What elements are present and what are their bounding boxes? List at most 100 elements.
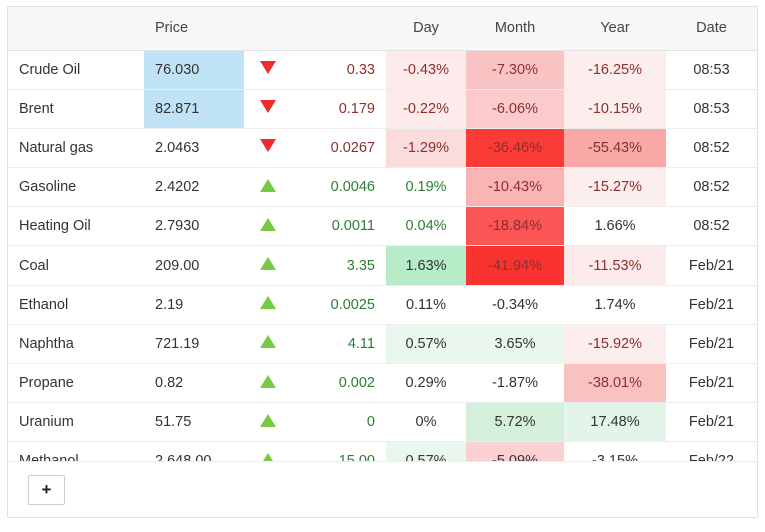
arrow-down-icon xyxy=(244,128,291,169)
price-change: 0.0267 xyxy=(291,128,386,169)
triangle-down-icon xyxy=(259,139,276,153)
table-row[interactable]: Coal 209.00 3.35 1.63% -41.94% -11.53% Feb/21 xyxy=(8,245,757,286)
table-row[interactable]: Heating Oil 2.7930 0.0011 0.04% -18.84% 1.66%… xyxy=(8,206,757,247)
column-header-month[interactable]: Month xyxy=(466,7,564,51)
quote-date: 08:52 xyxy=(666,206,757,247)
price-change: 0.179 xyxy=(291,89,386,129)
price-change: 3.35 xyxy=(291,245,386,286)
change-month: 3.65% xyxy=(466,324,564,365)
table-row[interactable]: Uranium 51.75 0 0% 5.72% 17.48% Feb/21 xyxy=(8,402,757,443)
triangle-up-icon xyxy=(259,217,276,231)
change-month: -10.43% xyxy=(466,167,564,208)
instrument-price: 2.4202 xyxy=(144,167,244,208)
price-change: 0.0011 xyxy=(291,206,386,247)
price-change: 0.0025 xyxy=(291,285,386,325)
price-change: 0.33 xyxy=(291,50,386,90)
quote-date: 08:52 xyxy=(666,128,757,169)
arrow-up-icon xyxy=(244,363,291,404)
instrument-price: 76.030 xyxy=(144,50,244,90)
add-row-button[interactable]: + xyxy=(28,475,65,505)
change-day: 0.29% xyxy=(386,363,466,404)
price-change: 0.0046 xyxy=(291,167,386,208)
column-header-year[interactable]: Year xyxy=(564,7,666,51)
change-month: -0.34% xyxy=(466,285,564,325)
arrow-up-icon xyxy=(244,245,291,286)
change-year: 1.66% xyxy=(564,206,666,247)
table-header-row: Price Day Month Year Date xyxy=(8,7,757,51)
instrument-name: Uranium xyxy=(8,402,144,443)
price-change: 0.002 xyxy=(291,363,386,404)
table-row[interactable]: Propane 0.82 0.002 0.29% -1.87% -38.01% Feb/21 xyxy=(8,363,757,404)
arrow-up-icon xyxy=(244,402,291,443)
table-body: Crude Oil 76.030 0.33 -0.43% -7.30% -16.25% 08… xyxy=(8,50,757,482)
column-header-arrow[interactable] xyxy=(244,7,291,51)
instrument-name: Natural gas xyxy=(8,128,144,169)
quote-date: Feb/21 xyxy=(666,402,757,443)
column-header-date[interactable]: Date xyxy=(666,7,757,51)
change-month: -6.06% xyxy=(466,89,564,129)
table-row[interactable]: Gasoline 2.4202 0.0046 0.19% -10.43% -15.27% 0… xyxy=(8,167,757,208)
quote-date: Feb/21 xyxy=(666,285,757,325)
change-day: 0.57% xyxy=(386,324,466,365)
change-month: -1.87% xyxy=(466,363,564,404)
change-year: -10.15% xyxy=(564,89,666,129)
triangle-up-icon xyxy=(259,374,276,388)
instrument-name: Brent xyxy=(8,89,144,129)
change-year: -15.92% xyxy=(564,324,666,365)
instrument-price: 721.19 xyxy=(144,324,244,365)
triangle-up-icon xyxy=(259,335,276,349)
arrow-down-icon xyxy=(244,89,291,129)
table-row[interactable]: Crude Oil 76.030 0.33 -0.43% -7.30% -16.25% 08… xyxy=(8,50,757,90)
arrow-up-icon xyxy=(244,206,291,247)
change-day: -1.29% xyxy=(386,128,466,169)
instrument-name: Crude Oil xyxy=(8,50,144,90)
table-row[interactable]: Brent 82.871 0.179 -0.22% -6.06% -10.15% 08:53 xyxy=(8,89,757,129)
triangle-down-icon xyxy=(259,100,276,114)
instrument-name: Propane xyxy=(8,363,144,404)
column-header-day[interactable]: Day xyxy=(386,7,466,51)
instrument-name: Ethanol xyxy=(8,285,144,325)
instrument-price: 0.82 xyxy=(144,363,244,404)
change-month: -41.94% xyxy=(466,245,564,286)
table-row[interactable]: Ethanol 2.19 0.0025 0.11% -0.34% 1.74% Feb/21 xyxy=(8,285,757,325)
instrument-name: Gasoline xyxy=(8,167,144,208)
arrow-up-icon xyxy=(244,285,291,325)
change-year: 1.74% xyxy=(564,285,666,325)
table-header: Price Day Month Year Date xyxy=(8,7,757,51)
change-month: -36.46% xyxy=(466,128,564,169)
triangle-up-icon xyxy=(259,178,276,192)
quote-date: Feb/21 xyxy=(666,363,757,404)
change-month: 5.72% xyxy=(466,402,564,443)
commodities-table: Price Day Month Year Date Crude Oil 76.03… xyxy=(8,7,757,482)
instrument-name: Coal xyxy=(8,245,144,286)
instrument-name: Heating Oil xyxy=(8,206,144,247)
change-month: -7.30% xyxy=(466,50,564,90)
quote-date: 08:52 xyxy=(666,167,757,208)
arrow-up-icon xyxy=(244,324,291,365)
instrument-price: 51.75 xyxy=(144,402,244,443)
instrument-price: 2.7930 xyxy=(144,206,244,247)
instrument-name: Naphtha xyxy=(8,324,144,365)
change-year: 17.48% xyxy=(564,402,666,443)
commodities-panel: Price Day Month Year Date Crude Oil 76.03… xyxy=(7,6,758,518)
column-header-change[interactable] xyxy=(291,7,386,51)
quote-date: Feb/21 xyxy=(666,245,757,286)
arrow-up-icon xyxy=(244,167,291,208)
instrument-price: 82.871 xyxy=(144,89,244,129)
instrument-price: 2.0463 xyxy=(144,128,244,169)
quote-date: Feb/21 xyxy=(666,324,757,365)
triangle-down-icon xyxy=(259,61,276,75)
change-day: -0.43% xyxy=(386,50,466,90)
triangle-up-icon xyxy=(259,296,276,310)
change-day: 1.63% xyxy=(386,245,466,286)
change-day: 0.19% xyxy=(386,167,466,208)
arrow-down-icon xyxy=(244,50,291,90)
column-header-price[interactable]: Price xyxy=(144,7,244,51)
column-header-name[interactable] xyxy=(8,7,144,51)
price-change: 0 xyxy=(291,402,386,443)
change-year: -55.43% xyxy=(564,128,666,169)
table-row[interactable]: Natural gas 2.0463 0.0267 -1.29% -36.46% -55.… xyxy=(8,128,757,169)
change-month: -18.84% xyxy=(466,206,564,247)
quote-date: 08:53 xyxy=(666,89,757,129)
table-row[interactable]: Naphtha 721.19 4.11 0.57% 3.65% -15.92% Feb/21 xyxy=(8,324,757,365)
